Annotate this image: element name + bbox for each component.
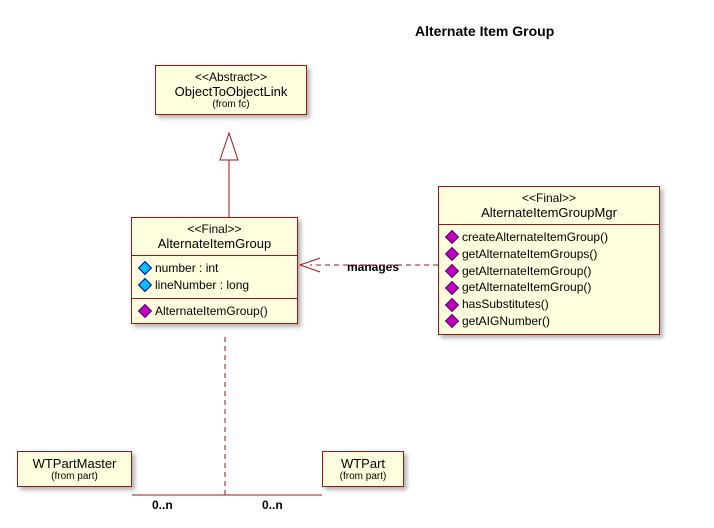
from-label: (from fc) (164, 99, 298, 110)
operation: createAlternateItemGroup() (462, 229, 608, 246)
operation-icon (445, 230, 459, 244)
operation-icon (138, 304, 152, 318)
class-name: ObjectToObjectLink (164, 84, 298, 99)
operation: AlternateItemGroup() (155, 303, 268, 320)
attributes: number : int lineNumber : long (132, 256, 297, 299)
attribute-icon (138, 261, 152, 275)
operation-icon (445, 298, 459, 312)
operation: getAlternateItemGroups() (462, 246, 597, 263)
operation: hasSubstitutes() (462, 296, 549, 313)
from-label: (from part) (26, 471, 123, 482)
stereotype: <<Abstract>> (164, 70, 298, 84)
attribute: lineNumber : long (155, 277, 249, 294)
class-name: AlternateItemGroupMgr (447, 205, 651, 220)
class-alternate-item-group-mgr: <<Final>> AlternateItemGroupMgr createAl… (438, 186, 660, 335)
multiplicity-left: 0..n (152, 498, 173, 512)
operation: getAlternateItemGroup() (462, 279, 591, 296)
from-label: (from part) (331, 471, 395, 482)
operation: getAlternateItemGroup() (462, 263, 591, 280)
class-name: AlternateItemGroup (140, 236, 289, 251)
class-wtpart: WTPart (from part) (322, 451, 404, 487)
attribute-icon (138, 278, 152, 292)
class-wtpartmaster: WTPartMaster (from part) (17, 451, 132, 487)
attribute: number : int (155, 260, 218, 277)
operation-icon (445, 247, 459, 261)
multiplicity-right: 0..n (262, 498, 283, 512)
class-object-to-object-link: <<Abstract>> ObjectToObjectLink (from fc… (155, 65, 307, 115)
operations: AlternateItemGroup() (132, 299, 297, 324)
stereotype: <<Final>> (140, 222, 289, 236)
class-alternate-item-group: <<Final>> AlternateItemGroup number : in… (131, 217, 298, 324)
diagram-title: Alternate Item Group (415, 23, 554, 39)
operation: getAIGNumber() (462, 313, 550, 330)
class-name: WTPartMaster (26, 456, 123, 471)
stereotype: <<Final>> (447, 191, 651, 205)
operation-icon (445, 264, 459, 278)
operations: createAlternateItemGroup() getAlternateI… (439, 225, 659, 334)
operation-icon (445, 281, 459, 295)
association-label-manages: manages (347, 260, 399, 274)
operation-icon (445, 314, 459, 328)
class-name: WTPart (331, 456, 395, 471)
